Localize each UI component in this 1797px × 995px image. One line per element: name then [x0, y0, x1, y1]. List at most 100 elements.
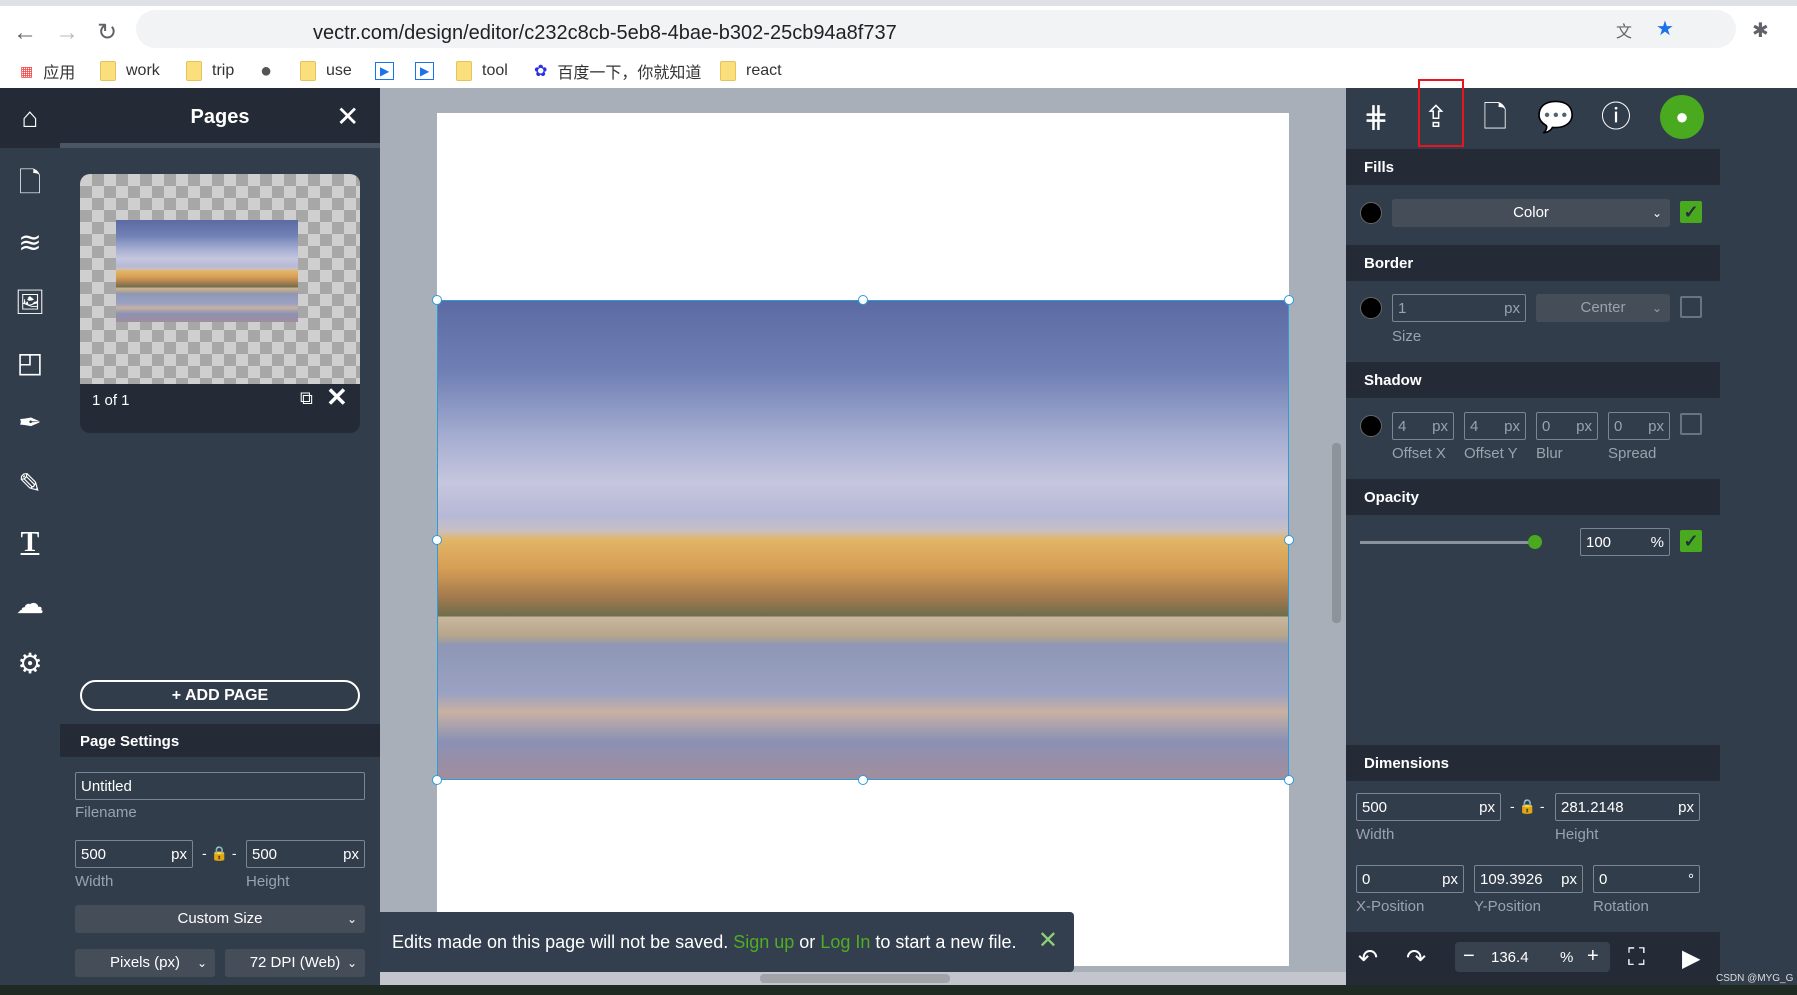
aspect-lock-icon[interactable]: - 🔒 - [202, 845, 237, 862]
page-thumbnail-card[interactable]: 1 of 1 ⧉ ✕ [80, 174, 360, 433]
user-avatar-icon[interactable]: ● [1660, 95, 1704, 139]
resize-handle[interactable] [1284, 535, 1294, 545]
resize-handle[interactable] [1284, 295, 1294, 305]
offset-y-label: Offset Y [1464, 445, 1518, 462]
bookmark-baidu[interactable]: ✿ 百度一下，你就知道 [534, 58, 701, 84]
bookmark-video-1[interactable]: ▶ [375, 58, 395, 84]
value: 4 [1398, 418, 1407, 435]
bookmark-label: work [126, 62, 160, 79]
resize-handle[interactable] [858, 295, 868, 305]
bookmark-globe[interactable]: ● [260, 58, 272, 84]
resize-handle[interactable] [858, 775, 868, 785]
translate-icon[interactable]: 文 [1616, 18, 1632, 42]
aspect-lock-icon[interactable]: - 🔒 - [1510, 798, 1545, 815]
size-preset-select[interactable]: Custom Size ⌄ [75, 905, 365, 933]
page-height-input[interactable]: 500 px [246, 840, 365, 868]
zoom-control: − 136.4 % + [1455, 942, 1610, 972]
offset-x-label: Offset X [1392, 445, 1446, 462]
opacity-enabled-checkbox[interactable]: ✓ [1680, 530, 1702, 552]
bookmark-video-2[interactable]: ▶ [415, 58, 435, 84]
rotation-input[interactable]: 0 ° [1593, 865, 1700, 893]
horizontal-scrollbar[interactable] [760, 974, 950, 983]
selected-image[interactable] [432, 295, 1294, 785]
back-button[interactable]: ← [10, 18, 40, 48]
shadow-offset-y-input[interactable]: 4 px [1464, 412, 1526, 440]
size-preset-value: Custom Size [177, 910, 263, 927]
resize-handle[interactable] [432, 775, 442, 785]
bookmark-tool[interactable]: tool [456, 58, 508, 84]
add-page-button[interactable]: + ADD PAGE [80, 680, 360, 711]
width-input[interactable]: 500 px [1356, 793, 1501, 821]
forward-button[interactable]: → [52, 18, 82, 48]
canvas-area[interactable] [380, 88, 1346, 985]
info-icon[interactable]: ⓘ [1598, 100, 1634, 136]
new-page-icon[interactable]: 🗋 [1477, 100, 1513, 136]
settings-gear-icon[interactable]: ⚙ [12, 646, 48, 682]
resize-handle[interactable] [1284, 775, 1294, 785]
bookmark-trip[interactable]: trip [186, 58, 234, 84]
chevron-down-icon: ⌄ [196, 956, 207, 970]
delete-page-icon[interactable]: ✕ [326, 382, 348, 413]
resize-handle[interactable] [432, 535, 442, 545]
comments-icon[interactable]: 💬 [1537, 100, 1574, 136]
shadow-enabled-checkbox[interactable] [1680, 413, 1702, 435]
extensions-icon[interactable]: ✱ [1752, 18, 1769, 43]
text-tool-icon[interactable]: T [12, 525, 48, 561]
pen-tool-icon[interactable]: ✒ [12, 405, 48, 441]
close-toast-icon[interactable]: ✕ [1038, 926, 1058, 955]
border-enabled-checkbox[interactable] [1680, 296, 1702, 318]
border-size-input[interactable]: 1 px [1392, 294, 1526, 322]
resize-handle[interactable] [432, 295, 442, 305]
undo-icon[interactable]: ↶ [1358, 944, 1378, 973]
border-position-select[interactable]: Center ⌄ [1536, 294, 1670, 322]
shadow-color-swatch[interactable] [1360, 415, 1382, 437]
x-position-input[interactable]: 0 px [1356, 865, 1464, 893]
border-color-swatch[interactable] [1360, 297, 1382, 319]
opacity-input[interactable]: 100% [1580, 528, 1670, 556]
units-value: Pixels (px) [109, 954, 180, 971]
cloud-upload-icon[interactable]: ☁ [12, 586, 48, 622]
login-link[interactable]: Log In [820, 932, 870, 952]
opacity-slider-knob[interactable] [1528, 535, 1542, 549]
filename-input[interactable]: Untitled [75, 772, 365, 800]
fill-color-swatch[interactable] [1360, 202, 1382, 224]
signup-link[interactable]: Sign up [733, 932, 794, 952]
shapes-icon[interactable]: ◰ [12, 345, 48, 381]
page-settings-header: Page Settings [60, 724, 380, 757]
bookmark-react[interactable]: react [720, 58, 782, 84]
zoom-in-button[interactable]: + [1587, 945, 1599, 968]
shadow-spread-input[interactable]: 0 px [1608, 412, 1670, 440]
bookmark-apps[interactable]: ▦ 应用 [20, 58, 75, 84]
fill-type-select[interactable]: Color ⌄ [1392, 199, 1670, 227]
page-settings-icon[interactable]: 🗋 [12, 165, 48, 201]
bookmark-star-icon[interactable]: ★ [1656, 16, 1674, 41]
zoom-value[interactable]: 136.4 [1491, 949, 1529, 966]
units-select[interactable]: Pixels (px) ⌄ [75, 949, 215, 977]
page-width-input[interactable]: 500 px [75, 840, 193, 868]
width-value: 500 [1362, 799, 1388, 816]
close-pages-icon[interactable]: ✕ [336, 100, 359, 133]
opacity-slider[interactable] [1360, 535, 1542, 549]
y-position-input[interactable]: 109.3926 px [1474, 865, 1583, 893]
address-bar[interactable]: vectr.com/design/editor/c232c8cb-5eb8-4b… [136, 10, 1736, 48]
duplicate-page-icon[interactable]: ⧉ [300, 388, 313, 409]
dpi-select[interactable]: 72 DPI (Web) ⌄ [225, 949, 365, 977]
shadow-blur-input[interactable]: 0 px [1536, 412, 1598, 440]
toggle-panel-icon[interactable]: ▶ [1682, 944, 1700, 973]
pencil-icon[interactable]: ✎ [12, 466, 48, 502]
fit-screen-icon[interactable]: ⛶ [1628, 944, 1645, 972]
zoom-out-button[interactable]: − [1463, 945, 1475, 968]
redo-icon[interactable]: ↷ [1406, 944, 1426, 973]
layers-icon[interactable]: ≋ [12, 225, 48, 261]
image-search-icon[interactable]: 🖼 [12, 285, 48, 321]
shadow-offset-x-input[interactable]: 4 px [1392, 412, 1454, 440]
play-icon: ▶ [415, 62, 435, 80]
fill-enabled-checkbox[interactable]: ✓ [1680, 201, 1702, 223]
reload-button[interactable]: ↻ [92, 18, 122, 48]
height-input[interactable]: 281.2148 px [1555, 793, 1700, 821]
snap-icon[interactable]: ⋕ [1358, 100, 1394, 136]
bookmark-use[interactable]: use [300, 58, 352, 84]
home-button[interactable]: ⌂ [0, 88, 60, 148]
vertical-scrollbar[interactable] [1332, 443, 1341, 623]
bookmark-work[interactable]: work [100, 58, 160, 84]
